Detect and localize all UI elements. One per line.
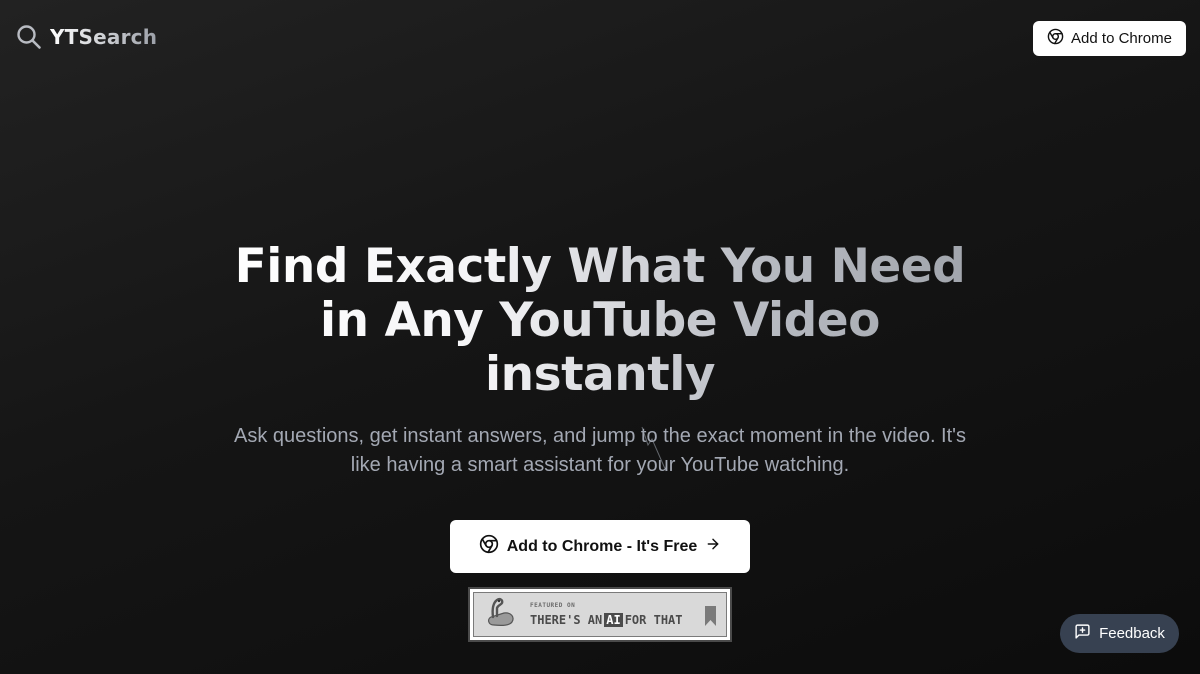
hero-title-line-2: in Any YouTube Video xyxy=(220,294,980,348)
message-plus-icon xyxy=(1074,623,1091,644)
chrome-icon xyxy=(1047,28,1064,49)
feedback-label: Feedback xyxy=(1099,625,1165,642)
add-to-chrome-button[interactable]: Add to Chrome xyxy=(1033,21,1186,56)
hero-title-line-3: instantly xyxy=(220,348,980,402)
chrome-icon xyxy=(479,534,499,559)
logo[interactable]: YTSearch xyxy=(16,24,157,50)
logo-text: YTSearch xyxy=(50,25,158,49)
featured-badge[interactable]: FEATURED ON THERE'S AN AI FOR THAT xyxy=(468,587,732,642)
mascot-icon xyxy=(484,595,518,634)
bookmark-icon xyxy=(705,606,716,631)
add-to-chrome-label: Add to Chrome xyxy=(1071,30,1172,47)
hero-title-line-1: Find Exactly What You Need xyxy=(220,240,980,294)
badge-text-after: FOR THAT xyxy=(624,612,683,627)
featured-badge-inner: FEATURED ON THERE'S AN AI FOR THAT xyxy=(473,592,727,637)
add-to-chrome-free-button[interactable]: Add to Chrome - It's Free xyxy=(450,520,750,573)
badge-headline: THERE'S AN AI FOR THAT xyxy=(530,612,683,627)
badge-text-ai: AI xyxy=(604,612,623,627)
featured-on-label: FEATURED ON xyxy=(530,601,576,609)
featured-badge-text: FEATURED ON THERE'S AN AI FOR THAT xyxy=(530,601,683,627)
feedback-button[interactable]: Feedback xyxy=(1060,614,1179,653)
cta-label: Add to Chrome - It's Free xyxy=(506,537,698,555)
hero-subtitle: Ask questions, get instant answers, and … xyxy=(234,425,966,476)
mouse-cursor-icon xyxy=(640,425,670,480)
arrow-right-icon xyxy=(705,536,721,557)
search-icon xyxy=(16,24,42,50)
hero-title: Find Exactly What You Need in Any YouTub… xyxy=(0,240,1200,402)
badge-text-before: THERE'S AN xyxy=(530,612,603,627)
